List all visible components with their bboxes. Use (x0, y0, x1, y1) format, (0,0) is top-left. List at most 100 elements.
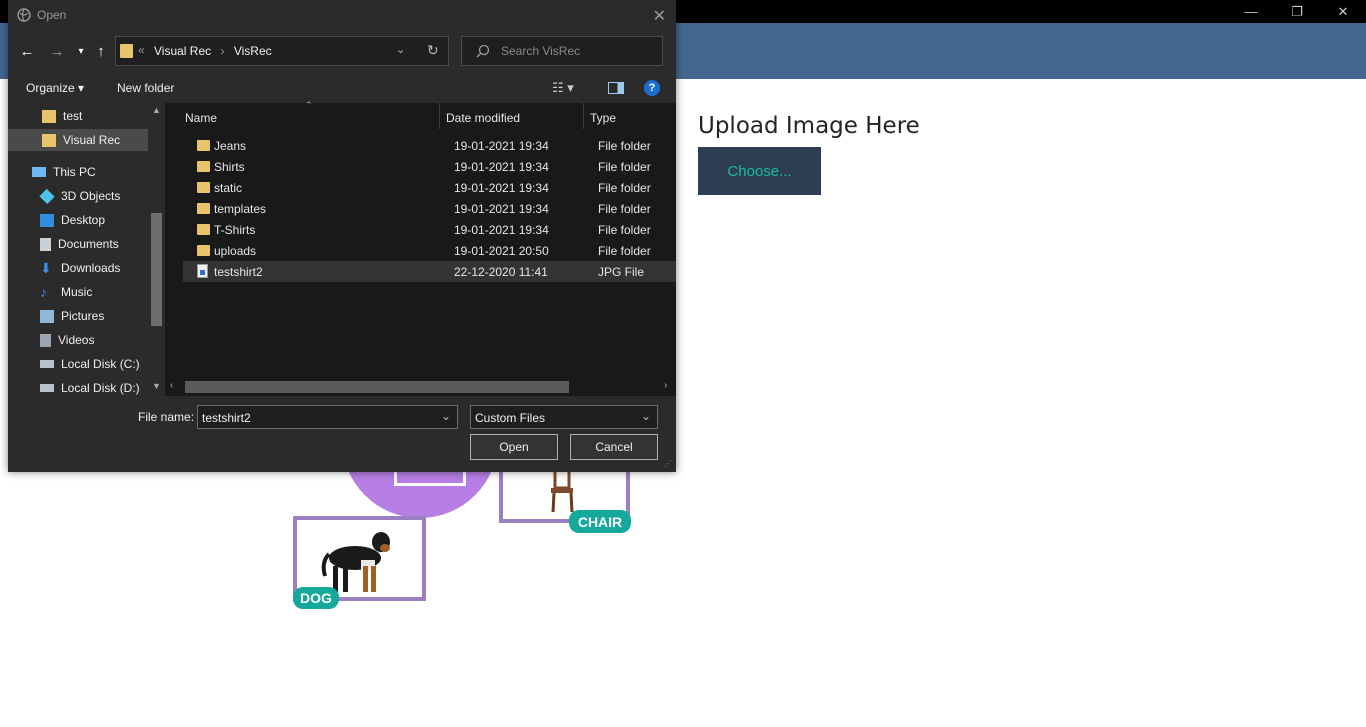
file-date: 19-01-2021 19:34 (454, 223, 549, 237)
column-separator[interactable] (583, 103, 584, 129)
file-row-templates[interactable]: templates 19-01-2021 19:34 File folder (183, 198, 676, 219)
pc-icon (32, 167, 46, 177)
chevron-down-icon[interactable]: ⌄ (396, 43, 405, 56)
chevron-down-icon[interactable]: ⌄ (441, 409, 451, 423)
folder-icon (197, 245, 210, 256)
search-icon (476, 44, 490, 58)
forward-arrow-icon[interactable]: → (47, 41, 67, 61)
dialog-footer: File name: testshirt2 ⌄ Custom Files ⌄ O… (8, 396, 676, 472)
file-name: Shirts (214, 160, 245, 174)
file-name: templates (214, 202, 267, 216)
file-row-uploads[interactable]: uploads 19-01-2021 20:50 File folder (183, 240, 676, 261)
dog-icon (321, 532, 390, 592)
nav-item-test[interactable]: test (8, 105, 148, 127)
folder-icon (42, 109, 56, 123)
nav-pane-scrollbar[interactable]: ▲ ▼ (148, 103, 165, 396)
minimize-button[interactable]: — (1228, 0, 1274, 23)
column-header-type[interactable]: Type (590, 111, 616, 125)
dialog-titlebar: Open ✕ (8, 0, 676, 31)
videos-icon (40, 333, 51, 347)
nav-item-this-pc[interactable]: This PC (8, 161, 148, 183)
sort-indicator-icon: ⌃ (305, 100, 313, 110)
open-button[interactable]: Open (470, 434, 558, 460)
nav-item-label: Desktop (61, 213, 106, 227)
file-row-t-shirts[interactable]: T-Shirts 19-01-2021 19:34 File folder (183, 219, 676, 240)
help-icon[interactable]: ? (644, 80, 660, 96)
file-type: File folder (598, 202, 651, 216)
file-name: T-Shirts (214, 223, 256, 237)
new-folder-button[interactable]: New folder (117, 81, 174, 95)
nav-item-label: Documents (58, 237, 119, 251)
search-input[interactable]: Search VisRec (461, 36, 663, 66)
disk-icon (40, 384, 54, 392)
view-options-icon[interactable]: ☷ ▾ (552, 80, 574, 96)
file-name-input[interactable]: testshirt2 ⌄ (197, 405, 458, 429)
scroll-down-icon[interactable]: ▼ (152, 381, 161, 391)
chevron-down-icon[interactable]: ⌄ (641, 409, 651, 423)
recent-locations-chevron-icon[interactable]: ▾ (71, 41, 91, 61)
nav-item-local-disk-d[interactable]: Local Disk (D:) (8, 377, 148, 396)
file-row-static[interactable]: static 19-01-2021 19:34 File folder (183, 177, 676, 198)
nav-item-label: Local Disk (C:) (61, 357, 140, 371)
breadcrumb-overflow[interactable]: « (138, 43, 145, 57)
refresh-icon[interactable]: ↻ (427, 42, 439, 59)
nav-scroll-thumb[interactable] (151, 213, 162, 326)
scroll-up-icon[interactable]: ▲ (152, 105, 161, 115)
resize-grip-icon[interactable]: ⋰ (664, 459, 672, 468)
nav-item-documents[interactable]: Documents (8, 233, 148, 255)
folder-icon (120, 44, 133, 58)
scroll-left-icon[interactable]: ‹ (170, 380, 173, 391)
image-file-icon (197, 264, 208, 278)
nav-item-videos[interactable]: Videos (8, 329, 148, 351)
dialog-close-icon[interactable]: ✕ (653, 6, 666, 26)
nav-item-label: Videos (58, 333, 95, 347)
organize-menu[interactable]: Organize ▾ (26, 81, 84, 95)
file-type-filter[interactable]: Custom Files ⌄ (470, 405, 658, 429)
chair-icon (551, 466, 574, 513)
nav-item-desktop[interactable]: Desktop (8, 209, 148, 231)
close-button[interactable]: ✕ (1320, 0, 1366, 23)
nav-item-downloads[interactable]: ⬇ Downloads (8, 257, 148, 279)
illustration-frame (394, 470, 466, 486)
file-name-value: testshirt2 (202, 411, 251, 425)
preview-pane-icon[interactable] (608, 82, 624, 94)
column-separator[interactable] (439, 103, 440, 129)
file-name: Jeans (214, 139, 247, 153)
folder-icon (42, 133, 56, 147)
scroll-right-icon[interactable]: › (664, 380, 667, 391)
up-arrow-icon[interactable]: ↑ (91, 41, 111, 61)
choose-button[interactable]: Choose... (698, 147, 821, 195)
breadcrumb-visual-rec[interactable]: Visual Rec (154, 44, 211, 58)
filter-value: Custom Files (475, 411, 546, 425)
file-list-hscrollbar[interactable]: ‹ › (165, 378, 676, 396)
file-row-jeans[interactable]: Jeans 19-01-2021 19:34 File folder (183, 135, 676, 156)
back-arrow-icon[interactable]: ← (17, 41, 37, 61)
nav-item-label: Local Disk (D:) (61, 381, 140, 395)
breadcrumb-visrec[interactable]: VisRec (234, 44, 272, 58)
file-name: testshirt2 (214, 265, 263, 279)
file-date: 19-01-2021 19:34 (454, 181, 549, 195)
hscroll-thumb[interactable] (185, 381, 569, 393)
column-header-date-modified[interactable]: Date modified (446, 111, 520, 125)
nav-item-visual-rec[interactable]: Visual Rec (8, 129, 148, 151)
breadcrumb: Visual Rec › VisRec (154, 44, 272, 58)
nav-item-3d-objects[interactable]: 3D Objects (8, 185, 148, 207)
file-date: 19-01-2021 19:34 (454, 139, 549, 153)
folder-icon (197, 203, 210, 214)
globe-icon (17, 8, 31, 22)
documents-icon (40, 237, 51, 251)
nav-item-pictures[interactable]: Pictures (8, 305, 148, 327)
folder-icon (197, 161, 210, 172)
restore-button[interactable]: ❐ (1274, 0, 1320, 23)
file-name: uploads (214, 244, 257, 258)
address-bar[interactable]: « Visual Rec › VisRec ⌄ ↻ (115, 36, 449, 66)
cancel-button[interactable]: Cancel (570, 434, 658, 460)
file-row-testshirt2[interactable]: testshirt2 22-12-2020 11:41 JPG File (183, 261, 676, 282)
nav-item-music[interactable]: ♪ Music (8, 281, 148, 303)
desktop-icon (40, 213, 54, 227)
nav-item-label: This PC (53, 165, 96, 179)
file-row-shirts[interactable]: Shirts 19-01-2021 19:34 File folder (183, 156, 676, 177)
nav-item-local-disk-c[interactable]: Local Disk (C:) (8, 353, 148, 375)
search-placeholder: Search VisRec (501, 44, 581, 58)
column-header-name[interactable]: Name (185, 111, 217, 125)
